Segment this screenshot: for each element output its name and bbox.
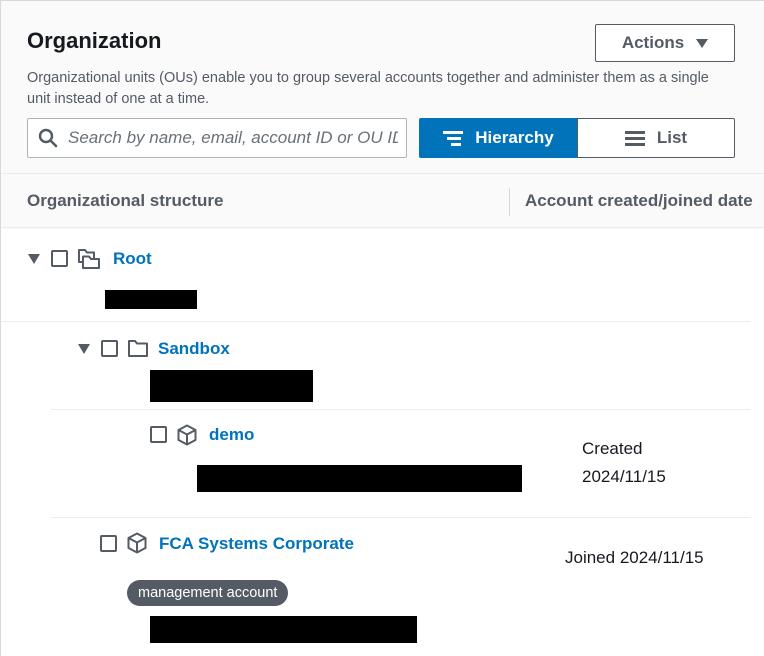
organization-tree: Root Sandbox demo Created 2024/11/15 FCA… xyxy=(1,229,764,656)
account-cube-icon xyxy=(127,532,147,554)
demo-link[interactable]: demo xyxy=(209,425,254,445)
actions-button-label: Actions xyxy=(621,33,685,52)
corporate-checkbox[interactable] xyxy=(100,535,117,552)
account-cube-icon xyxy=(177,424,197,446)
redacted-sandbox-id xyxy=(150,370,313,402)
corporate-link[interactable]: FCA Systems Corporate xyxy=(159,534,354,554)
table-header: Organizational structure Account created… xyxy=(1,173,764,228)
collapse-sandbox-toggle-icon[interactable] xyxy=(78,344,90,354)
folder-icon xyxy=(128,340,148,357)
column-divider[interactable] xyxy=(509,188,510,216)
page-title: Organization xyxy=(27,28,162,53)
demo-created-label: Created xyxy=(582,439,643,458)
list-view-label: List xyxy=(656,128,688,147)
redacted-demo-details xyxy=(197,465,522,492)
organization-panel: Organization Actions Organizational unit… xyxy=(0,0,764,656)
redacted-root-id xyxy=(105,290,197,309)
organization-description: Organizational units (OUs) enable you to… xyxy=(27,70,709,107)
hierarchy-icon xyxy=(443,131,464,146)
root-link[interactable]: Root xyxy=(113,249,152,269)
caret-down-icon xyxy=(696,38,709,48)
sandbox-checkbox[interactable] xyxy=(101,340,118,357)
sandbox-link[interactable]: Sandbox xyxy=(158,339,230,359)
row-divider xyxy=(51,409,751,410)
search-input[interactable] xyxy=(68,128,398,148)
corporate-joined-date: Joined 2024/11/15 xyxy=(565,548,704,567)
list-icon xyxy=(624,131,645,146)
column-header-structure[interactable]: Organizational structure xyxy=(27,191,223,211)
management-account-badge: management account xyxy=(127,580,289,606)
demo-created-date: 2024/11/15 xyxy=(582,467,666,486)
list-view-button[interactable]: List xyxy=(577,118,735,158)
demo-checkbox[interactable] xyxy=(150,426,167,443)
search-icon xyxy=(38,128,58,148)
collapse-root-toggle-icon[interactable] xyxy=(28,254,40,264)
actions-button[interactable]: Actions xyxy=(595,24,735,62)
row-divider xyxy=(1,321,751,322)
redacted-corporate-details xyxy=(150,616,417,643)
organization-header: Organization Actions Organizational unit… xyxy=(1,1,764,173)
root-folders-icon xyxy=(78,249,100,269)
hierarchy-view-button[interactable]: Hierarchy xyxy=(419,118,578,158)
search-field[interactable] xyxy=(27,118,407,158)
root-checkbox[interactable] xyxy=(51,250,68,267)
row-divider xyxy=(51,517,751,518)
hierarchy-view-label: Hierarchy xyxy=(475,128,554,147)
column-header-date[interactable]: Account created/joined date xyxy=(525,191,753,211)
